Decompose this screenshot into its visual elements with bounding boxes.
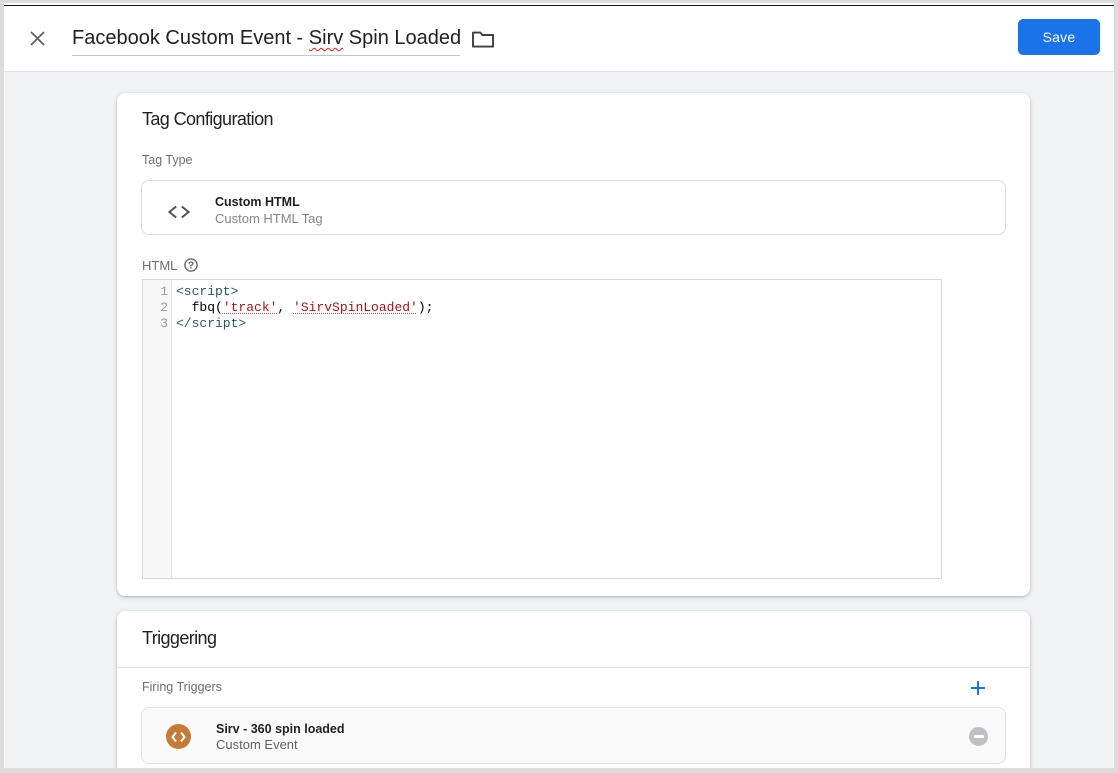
svg-text:?: ? <box>188 260 194 272</box>
